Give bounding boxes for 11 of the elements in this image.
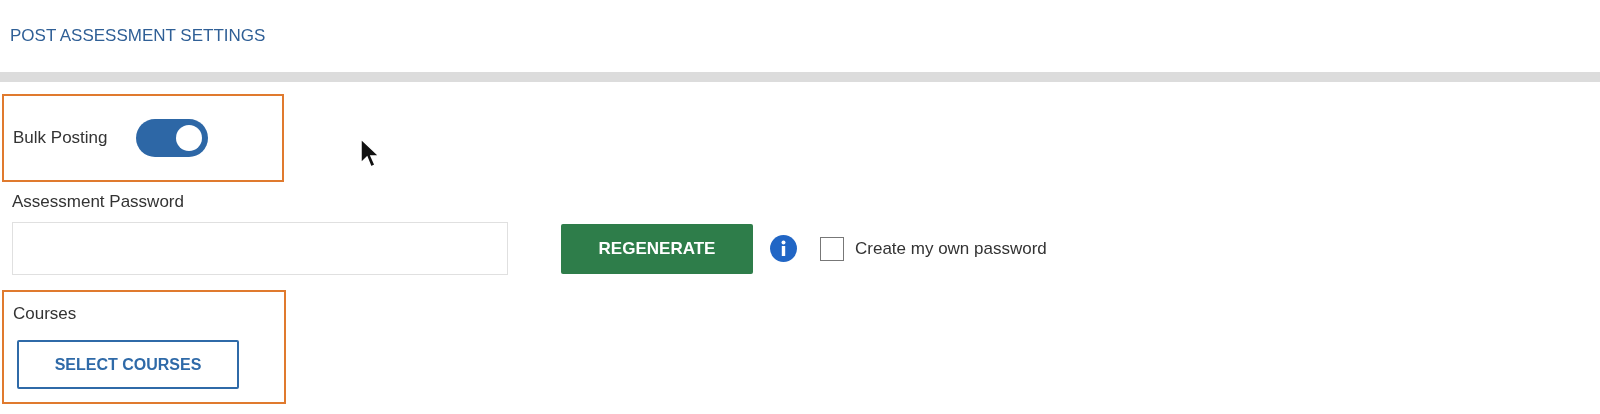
field-label: Courses bbox=[13, 304, 77, 323]
field-label: Bulk Posting bbox=[13, 128, 108, 148]
field-label: Assessment Password bbox=[12, 192, 184, 211]
regenerate-button[interactable]: REGENERATE bbox=[561, 223, 753, 274]
checkbox[interactable] bbox=[820, 236, 844, 261]
select-courses-button[interactable]: SELECT COURSES bbox=[17, 340, 239, 389]
info-icon[interactable] bbox=[770, 235, 797, 262]
toggle-switch[interactable] bbox=[135, 119, 208, 157]
section-title: POST ASSESSMENT SETTINGS bbox=[10, 26, 266, 46]
password-field[interactable] bbox=[12, 222, 508, 275]
checkbox-label: Create my own password bbox=[855, 238, 1047, 259]
